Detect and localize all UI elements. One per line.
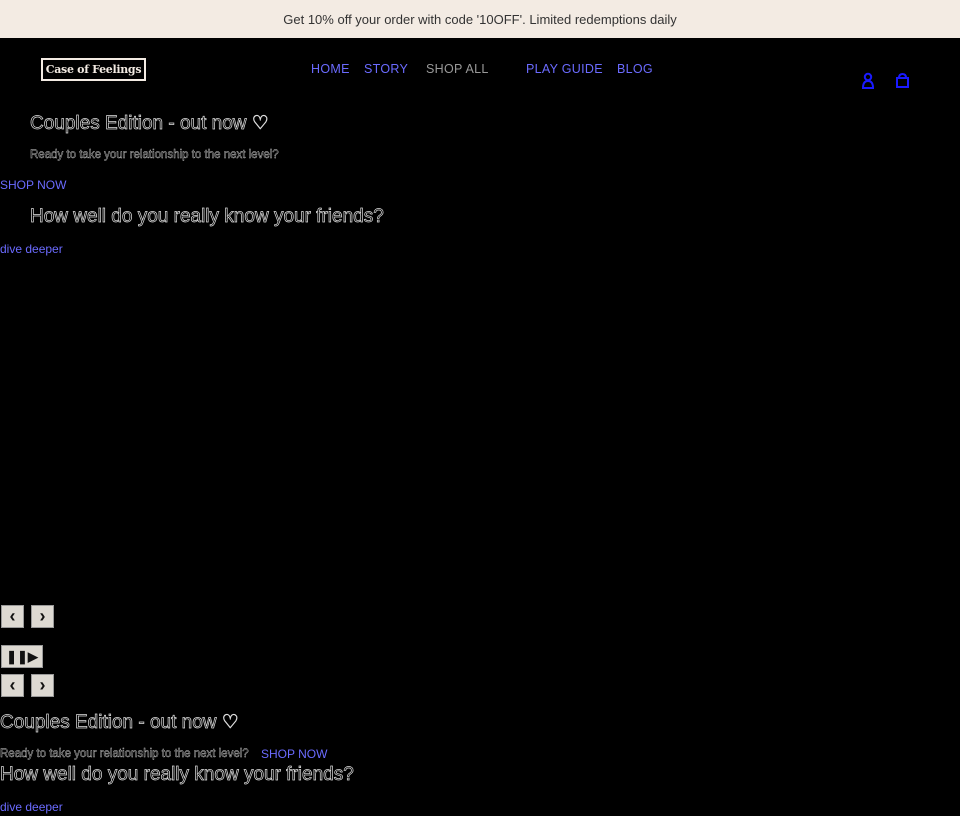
nav-home[interactable]: HOME: [311, 62, 350, 76]
slide-1-text-repeat: Ready to take your relationship to the n…: [0, 748, 249, 760]
nav-story[interactable]: STORY: [364, 62, 408, 76]
announcement-bar: Get 10% off your order with code '10OFF'…: [0, 0, 960, 38]
slide-2-dive-deeper-link-repeat[interactable]: dive deeper: [0, 800, 63, 814]
cart-icon[interactable]: [895, 72, 910, 89]
nav-play-guide[interactable]: PLAY GUIDE: [526, 62, 603, 76]
account-icon[interactable]: [861, 72, 875, 89]
slide-1-heading: Couples Edition - out now ♡: [30, 113, 270, 135]
slide-1-text: Ready to take your relationship to the n…: [30, 149, 279, 161]
prev-slide-button[interactable]: ‹: [1, 605, 24, 628]
slide-2-heading: How well do you really know your friends…: [30, 206, 384, 228]
slide-1-shop-now-link[interactable]: SHOP NOW: [0, 178, 66, 192]
announcement-text: Get 10% off your order with code '10OFF'…: [283, 11, 677, 27]
logo[interactable]: Case of Feelings: [41, 58, 146, 81]
prev-slide-button-2[interactable]: ‹: [1, 674, 24, 697]
next-slide-button-2[interactable]: ›: [31, 674, 54, 697]
slide-1-heading-repeat: Couples Edition - out now ♡: [0, 712, 239, 734]
slide-2-heading-repeat: How well do you really know your friends…: [0, 764, 354, 786]
slide-2-dive-deeper-link[interactable]: dive deeper: [0, 242, 63, 256]
nav-shop-all[interactable]: SHOP ALL: [426, 62, 489, 76]
next-slide-button[interactable]: ›: [31, 605, 54, 628]
nav-blog[interactable]: BLOG: [617, 62, 653, 76]
pause-play-button[interactable]: ❚❚▶: [1, 645, 43, 668]
slide-1-shop-now-link-repeat[interactable]: SHOP NOW: [261, 747, 327, 761]
